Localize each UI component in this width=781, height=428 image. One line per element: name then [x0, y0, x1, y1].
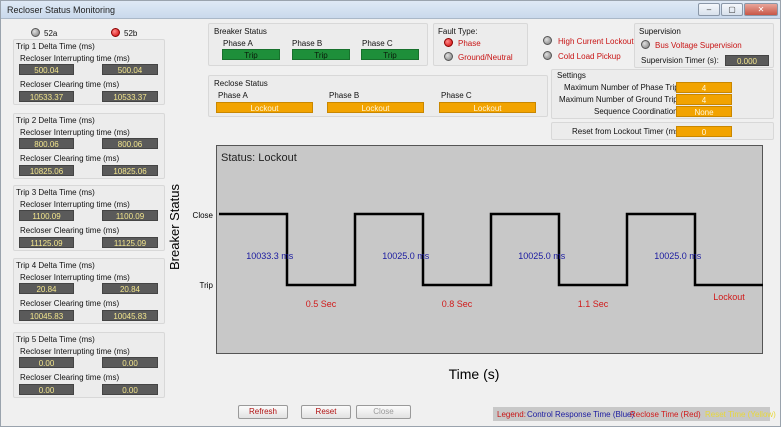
recloser-window: Recloser Status Monitoring – ▢ ✕ 52a 52b… [0, 0, 781, 427]
legend-box: Legend: Control Response Time (Blue) Rec… [493, 407, 776, 421]
breaker-status-chart: Status: Lockout Breaker Status Time (s) … [167, 152, 763, 382]
chart-x-axis-label: Time (s) [449, 366, 500, 382]
control-response-label: 10025.0 ms [382, 251, 430, 261]
legend-prefix: Legend: [497, 410, 526, 419]
breaker-status-series [219, 212, 763, 287]
reclose-time-label: 1.1 Sec [578, 299, 609, 309]
reclose-time-label: Lockout [713, 292, 745, 302]
legend-yellow: Reset Time (Yellow) [705, 410, 776, 419]
refresh-button[interactable]: Refresh [238, 405, 288, 419]
chart-y-axis-label: Breaker Status [167, 184, 182, 270]
reclose-time-label: 0.5 Sec [306, 299, 337, 309]
control-response-label: 10025.0 ms [518, 251, 566, 261]
legend-red: Reclose Time (Red) [630, 410, 701, 419]
reclose-time-label: 0.8 Sec [442, 299, 473, 309]
legend-blue: Control Response Time (Blue) [527, 410, 635, 419]
reset-button[interactable]: Reset [301, 405, 351, 419]
y-tick-close: Close [193, 211, 214, 220]
y-tick-trip: Trip [200, 281, 214, 290]
control-response-label: 10025.0 ms [654, 251, 702, 261]
chart-title: Status: Lockout [221, 152, 297, 164]
close-button[interactable]: Close [356, 405, 411, 419]
control-response-label: 10033.3 ms [246, 251, 294, 261]
